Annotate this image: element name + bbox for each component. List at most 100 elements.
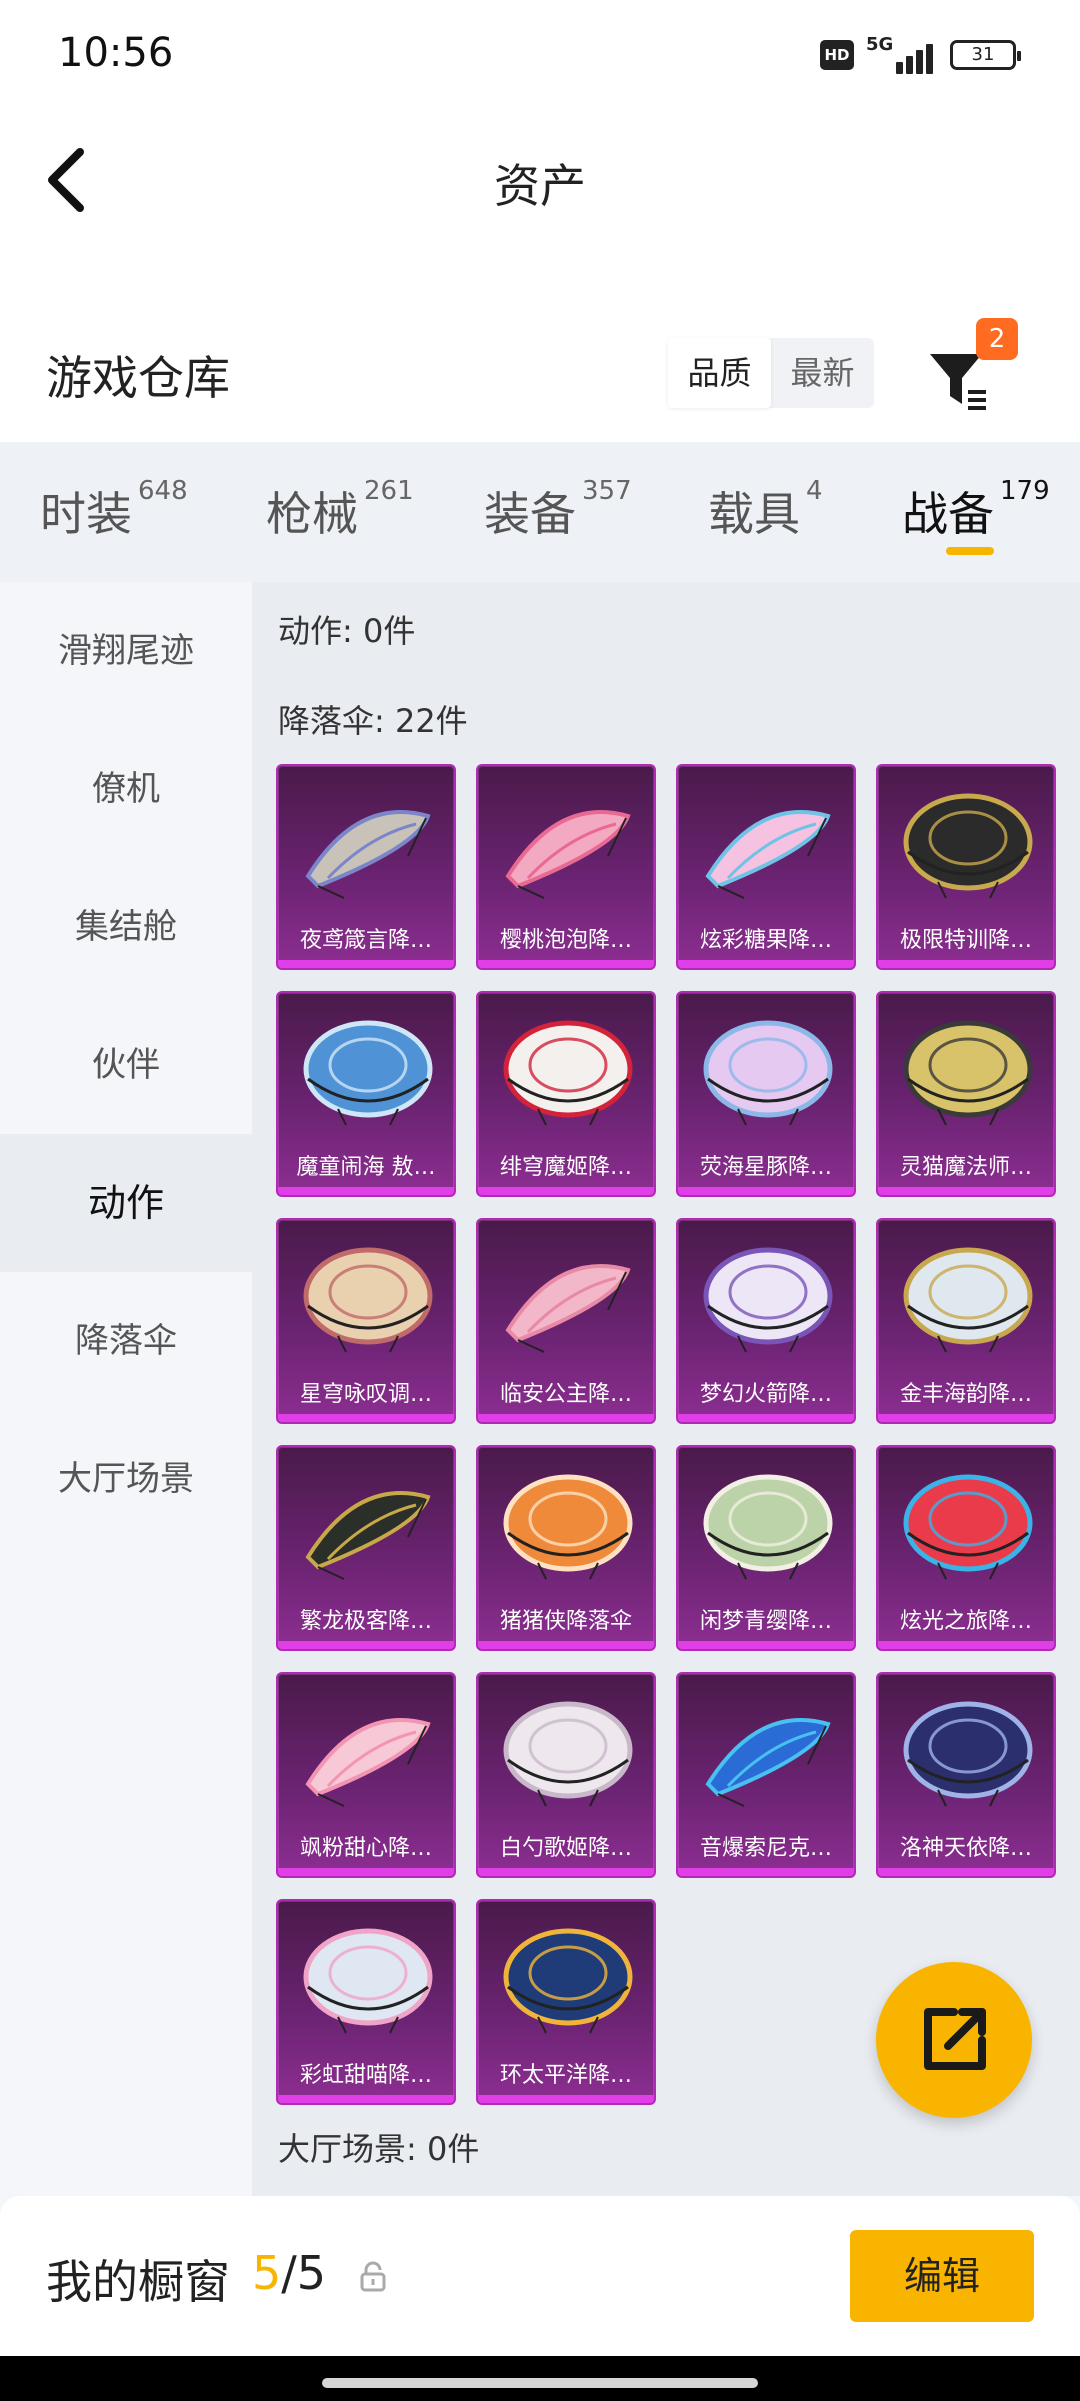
parachute-card[interactable]: 飒粉甜心降… bbox=[276, 1672, 456, 1878]
parachute-name: 梦幻火箭降… bbox=[699, 1382, 832, 1407]
item-list: 动作: 0件 降落伞: 22件 夜鸢箴言降… 樱桃泡泡降… 炫彩糖果降… 极限特… bbox=[252, 582, 1080, 2196]
parachute-image bbox=[503, 1928, 633, 2034]
sidebar-item-lobby-scene[interactable]: 大厅场景 bbox=[0, 1410, 252, 1548]
share-button[interactable] bbox=[876, 1962, 1032, 2118]
parachute-image bbox=[703, 1020, 833, 1126]
parachute-image bbox=[705, 810, 831, 899]
external-link-icon bbox=[924, 2008, 986, 2070]
showcase-count-total: /5 bbox=[281, 2246, 327, 2300]
edit-button[interactable]: 编辑 bbox=[850, 2230, 1034, 2322]
category-tabs: 时装 648 枪械 261 装备 357 载具 4 战备 179 bbox=[0, 442, 1080, 582]
parachute-name: 星穹咏叹调… bbox=[299, 1382, 432, 1407]
parachute-card[interactable]: 樱桃泡泡降… bbox=[476, 764, 656, 970]
clock: 10:56 bbox=[58, 30, 174, 76]
parachute-image bbox=[903, 1020, 1033, 1126]
home-indicator[interactable] bbox=[322, 2378, 758, 2388]
hd-icon: HD bbox=[820, 40, 854, 70]
parachute-name: 飒粉甜心降… bbox=[299, 1836, 432, 1861]
parachute-card[interactable]: 彩虹甜喵降… bbox=[276, 1899, 456, 2105]
parachute-image bbox=[303, 1928, 433, 2034]
showcase-bar: 我的橱窗 5/5 编辑 bbox=[0, 2196, 1080, 2356]
sidebar-item-pod[interactable]: 集结舱 bbox=[0, 858, 252, 996]
tab-label: 装备 bbox=[484, 487, 576, 541]
parachute-name: 炫光之旅降… bbox=[899, 1609, 1032, 1634]
parachute-name: 环太平洋降… bbox=[499, 2063, 632, 2088]
showcase-label: 我的橱窗 bbox=[46, 2255, 230, 2309]
sidebar-item-glide-trail[interactable]: 滑翔尾迹 bbox=[0, 582, 252, 720]
tab-fashion[interactable]: 时装 648 bbox=[40, 476, 188, 544]
lobby-count-label: 大厅场景: 0件 bbox=[278, 2130, 480, 2168]
tab-vehicles[interactable]: 载具 4 bbox=[708, 476, 823, 544]
title-bar: 资产 bbox=[0, 110, 1080, 310]
parachute-card[interactable]: 荧海星豚降… bbox=[676, 991, 856, 1197]
parachute-card[interactable]: 灵猫魔法师… bbox=[876, 991, 1056, 1197]
parachute-card[interactable]: 星穹咏叹调… bbox=[276, 1218, 456, 1424]
parachute-image bbox=[903, 1474, 1033, 1580]
sidebar-item-parachute[interactable]: 降落伞 bbox=[0, 1272, 252, 1410]
parachute-card[interactable]: 金丰海韵降… bbox=[876, 1218, 1056, 1424]
parachute-card[interactable]: 洛神天依降… bbox=[876, 1672, 1056, 1878]
parachute-name: 繁龙极客降… bbox=[299, 1609, 432, 1634]
parachute-card[interactable]: 繁龙极客降… bbox=[276, 1445, 456, 1651]
tab-label: 枪械 bbox=[266, 487, 358, 541]
parachute-card[interactable]: 魔童闹海 敖… bbox=[276, 991, 456, 1197]
parachute-name: 极限特训降… bbox=[899, 928, 1032, 953]
parachute-name: 灵猫魔法师… bbox=[899, 1155, 1032, 1180]
sidebar-item-companion[interactable]: 伙伴 bbox=[0, 996, 252, 1134]
parachute-card[interactable]: 极限特训降… bbox=[876, 764, 1056, 970]
sort-toggle: 品质 最新 bbox=[668, 338, 874, 408]
tab-label: 载具 bbox=[708, 487, 800, 541]
parachute-name: 魔童闹海 敖… bbox=[296, 1155, 436, 1180]
network-type: 5G bbox=[866, 34, 894, 55]
showcase-count-current: 5 bbox=[252, 2246, 282, 2300]
parachute-card[interactable]: 环太平洋降… bbox=[476, 1899, 656, 2105]
system-nav-bar bbox=[0, 2356, 1080, 2401]
parachute-image bbox=[903, 1701, 1033, 1807]
parachute-card[interactable]: 猪猪侠降落伞 bbox=[476, 1445, 656, 1651]
parachute-image bbox=[503, 1020, 633, 1126]
parachute-name: 夜鸢箴言降… bbox=[299, 928, 432, 953]
parachute-name: 炫彩糖果降… bbox=[699, 928, 832, 953]
section-title: 游戏仓库 bbox=[46, 351, 230, 405]
battery-icon: 31 bbox=[950, 40, 1021, 70]
parachute-name: 猪猪侠降落伞 bbox=[499, 1609, 632, 1634]
parachute-image bbox=[305, 1718, 431, 1807]
parachute-name: 樱桃泡泡降… bbox=[499, 928, 632, 953]
parachute-card[interactable]: 临安公主降… bbox=[476, 1218, 656, 1424]
parachute-image bbox=[703, 1474, 833, 1580]
tab-count: 4 bbox=[806, 476, 823, 506]
parachute-card[interactable]: 音爆索尼克… bbox=[676, 1672, 856, 1878]
tab-count: 261 bbox=[364, 476, 414, 506]
parachute-image bbox=[303, 1247, 433, 1353]
parachute-name: 金丰海韵降… bbox=[899, 1382, 1032, 1407]
sort-quality-button[interactable]: 品质 bbox=[668, 338, 771, 408]
sort-newest-button[interactable]: 最新 bbox=[771, 338, 874, 408]
tab-tactical[interactable]: 战备 179 bbox=[902, 476, 1050, 544]
parachute-card[interactable]: 炫光之旅降… bbox=[876, 1445, 1056, 1651]
parachute-card[interactable]: 白勺歌姬降… bbox=[476, 1672, 656, 1878]
sidebar-item-wingman[interactable]: 僚机 bbox=[0, 720, 252, 858]
parachute-image bbox=[705, 1718, 831, 1807]
tab-equipment[interactable]: 装备 357 bbox=[484, 476, 632, 544]
parachute-card[interactable]: 炫彩糖果降… bbox=[676, 764, 856, 970]
parachute-count-label: 降落伞: 22件 bbox=[278, 702, 468, 740]
parachute-card[interactable]: 闲梦青缨降… bbox=[676, 1445, 856, 1651]
parachute-image bbox=[503, 1474, 633, 1580]
tab-count: 179 bbox=[1000, 476, 1050, 506]
parachute-name: 音爆索尼克… bbox=[699, 1836, 832, 1861]
parachute-name: 临安公主降… bbox=[499, 1382, 632, 1407]
parachute-card[interactable]: 梦幻火箭降… bbox=[676, 1218, 856, 1424]
parachute-image bbox=[503, 1701, 633, 1807]
parachute-image bbox=[903, 793, 1033, 899]
parachute-name: 彩虹甜喵降… bbox=[299, 2063, 432, 2088]
tab-count: 357 bbox=[582, 476, 632, 506]
parachute-image bbox=[903, 1247, 1033, 1353]
parachute-name: 白勺歌姬降… bbox=[499, 1836, 632, 1861]
active-tab-indicator bbox=[946, 547, 994, 555]
parachute-image bbox=[505, 1264, 631, 1353]
sidebar-item-actions[interactable]: 动作 bbox=[0, 1134, 252, 1272]
filter-count-badge: 2 bbox=[976, 318, 1018, 360]
tab-weapons[interactable]: 枪械 261 bbox=[266, 476, 414, 544]
parachute-card[interactable]: 夜鸢箴言降… bbox=[276, 764, 456, 970]
parachute-card[interactable]: 绯穹魔姬降… bbox=[476, 991, 656, 1197]
